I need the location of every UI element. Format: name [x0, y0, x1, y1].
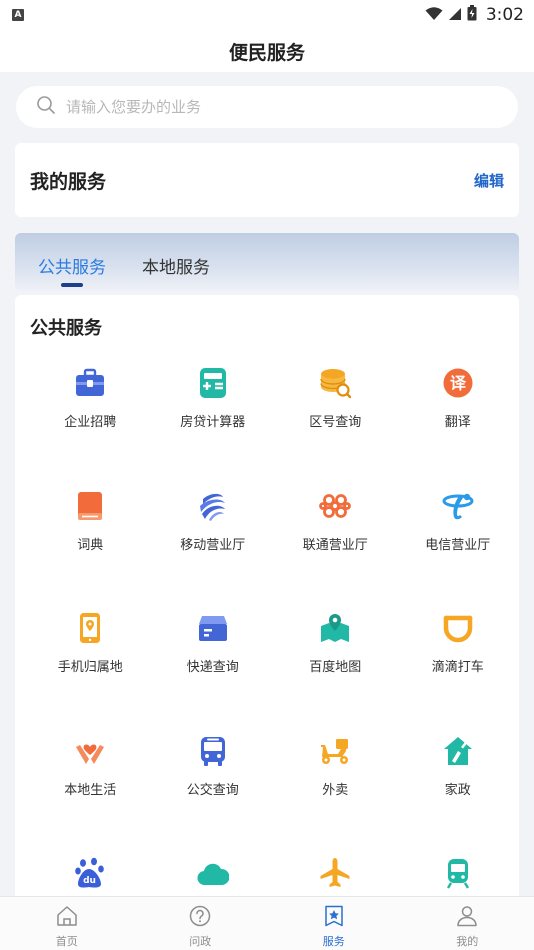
translate-icon: 译 — [442, 367, 474, 399]
service-item-express-tracking[interactable]: 快递查询 — [152, 612, 275, 735]
service-label: 百度地图 — [309, 660, 362, 676]
service-label: 本地生活 — [64, 782, 117, 798]
service-item-area-code[interactable]: 区号查询 — [274, 367, 397, 490]
battery-icon — [467, 5, 477, 25]
nav-label: 我的 — [456, 935, 479, 948]
bottom-nav: 首页 问政 服务 我的 — [0, 896, 534, 950]
status-bar: A 3:02 — [0, 0, 534, 30]
search-icon — [36, 95, 66, 119]
service-star-icon — [323, 905, 345, 931]
service-tabs: 公共服务 本地服务 — [15, 233, 519, 291]
service-label: 外卖 — [322, 782, 349, 798]
nav-label: 问政 — [189, 935, 212, 948]
nav-item-home[interactable]: 首页 — [0, 897, 134, 950]
nav-label: 服务 — [322, 935, 345, 948]
coins-search-icon — [319, 367, 352, 399]
user-icon — [456, 905, 478, 931]
tab-label: 本地服务 — [142, 258, 210, 278]
notification-icon: A — [12, 9, 24, 21]
tab-public-services[interactable]: 公共服务 — [38, 233, 106, 291]
service-item-china-unicom[interactable]: 联通营业厅 — [274, 490, 397, 613]
tab-label: 公共服务 — [38, 258, 106, 278]
service-label: 家政 — [444, 782, 471, 798]
didi-icon — [442, 612, 474, 644]
hands-heart-icon — [74, 735, 106, 767]
section-title: 公共服务 — [30, 318, 102, 339]
status-time: 3:02 — [485, 5, 524, 25]
service-label: 手机归属地 — [57, 660, 123, 676]
nav-item-mine[interactable]: 我的 — [401, 897, 534, 950]
cloud-icon — [197, 857, 229, 889]
service-label: 联通营业厅 — [302, 537, 368, 553]
service-label: 移动营业厅 — [180, 537, 246, 553]
services-grid: 企业招聘 房贷计算器 区号查询 译 翻译 词典 移动营业厅 联通营业厅 电信营业… — [29, 367, 519, 915]
china-unicom-icon — [319, 490, 352, 522]
edit-button[interactable]: 编辑 — [474, 170, 504, 191]
dictionary-icon — [74, 490, 106, 522]
service-item-takeout[interactable]: 外卖 — [274, 735, 397, 858]
service-item-china-telecom[interactable]: 电信营业厅 — [397, 490, 520, 613]
house-broom-icon — [442, 735, 474, 767]
service-item-dictionary[interactable]: 词典 — [29, 490, 152, 613]
calculator-icon — [197, 367, 229, 399]
nav-item-service[interactable]: 服务 — [267, 897, 401, 950]
service-label: 区号查询 — [309, 415, 362, 430]
service-label: 滴滴打车 — [431, 660, 484, 676]
wifi-icon — [425, 6, 443, 25]
question-circle-icon — [189, 905, 211, 931]
service-item-mortgage-calculator[interactable]: 房贷计算器 — [152, 367, 275, 490]
svg-text:译: 译 — [450, 374, 467, 393]
service-item-housekeeping[interactable]: 家政 — [397, 735, 520, 858]
page-title: 便民服务 — [228, 41, 305, 64]
service-label: 企业招聘 — [64, 415, 117, 430]
service-item-local-life[interactable]: 本地生活 — [29, 735, 152, 858]
service-item-baidu-map[interactable]: 百度地图 — [274, 612, 397, 735]
train-icon — [442, 857, 474, 889]
tab-active-indicator — [61, 283, 83, 287]
public-services-card: 公共服务 企业招聘 房贷计算器 区号查询 译 翻译 词典 移动营业厅 联通营业厅… — [15, 295, 519, 915]
search-bar[interactable] — [16, 86, 518, 128]
search-input[interactable] — [66, 98, 466, 116]
service-item-recruitment[interactable]: 企业招聘 — [29, 367, 152, 490]
service-label: 词典 — [77, 537, 104, 553]
bus-icon — [197, 735, 229, 767]
service-item-translate[interactable]: 译 翻译 — [397, 367, 520, 490]
map-icon — [319, 612, 351, 644]
my-service-card: 我的服务 编辑 — [15, 143, 519, 217]
scooter-icon — [319, 735, 351, 767]
header: 便民服务 — [0, 30, 534, 72]
tab-local-services[interactable]: 本地服务 — [142, 233, 210, 291]
nav-item-inquiry[interactable]: 问政 — [134, 897, 268, 950]
service-label: 快递查询 — [186, 660, 239, 676]
phone-location-icon — [74, 612, 106, 644]
home-icon — [56, 905, 78, 931]
package-icon — [197, 612, 229, 644]
service-label: 翻译 — [444, 415, 471, 430]
service-label: 公交查询 — [186, 782, 239, 798]
service-label: 房贷计算器 — [180, 415, 246, 430]
baidu-paw-icon: du — [74, 857, 106, 889]
nav-label: 首页 — [55, 935, 78, 948]
briefcase-icon — [74, 367, 106, 399]
my-service-title: 我的服务 — [30, 170, 107, 193]
china-mobile-icon — [197, 490, 229, 522]
service-item-china-mobile[interactable]: 移动营业厅 — [152, 490, 275, 613]
service-item-bus[interactable]: 公交查询 — [152, 735, 275, 858]
service-item-phone-location[interactable]: 手机归属地 — [29, 612, 152, 735]
svg-text:du: du — [83, 876, 96, 886]
signal-icon — [448, 6, 462, 25]
service-label: 电信营业厅 — [425, 537, 491, 553]
airplane-icon — [319, 857, 351, 889]
search-area — [0, 72, 534, 128]
service-item-didi[interactable]: 滴滴打车 — [397, 612, 520, 735]
china-telecom-icon — [442, 490, 474, 522]
